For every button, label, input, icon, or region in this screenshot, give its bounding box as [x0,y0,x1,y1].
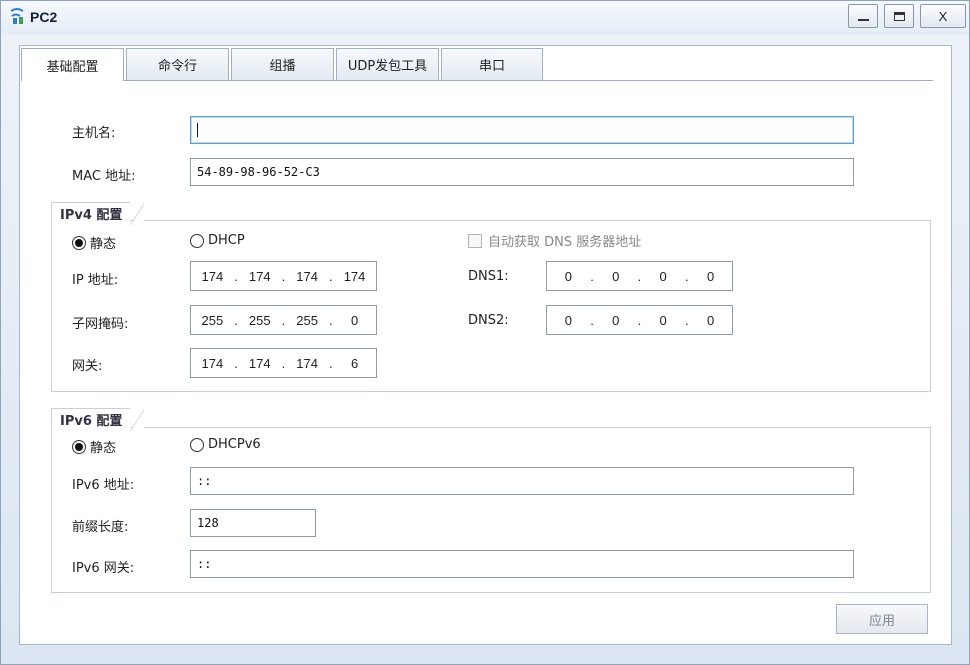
ipv4-dhcp-label: DHCP [208,233,245,248]
ipv6-address-label: IPv6 地址: [72,478,135,493]
mask-octet: 0 [350,312,359,328]
dns2-input[interactable]: 0. 0. 0. 0 [546,305,733,335]
prefix-length-input[interactable]: 128 [190,509,316,537]
mask-octet: 255 [201,312,224,328]
ip-label: IP 地址: [72,273,119,288]
tab-basic-config[interactable]: 基础配置 [21,48,124,81]
hostname-input[interactable] [190,116,854,144]
ip-octet: 174 [343,268,366,284]
ipv6-static-radio[interactable]: 静态 [72,437,116,456]
tab-serial[interactable]: 串口 [441,48,543,80]
gateway-input[interactable]: 174. 174. 174. 6 [190,348,377,378]
ip-octet: 174 [296,268,318,284]
mac-label: MAC 地址: [72,169,136,184]
dns2-octet: 0 [612,312,620,328]
ipv4-group-title: IPv4 配置 [51,202,145,225]
tab-multicast[interactable]: 组播 [231,48,334,80]
maximize-button[interactable] [884,4,914,28]
dns1-input[interactable]: 0. 0. 0. 0 [546,261,733,291]
ipv6-dhcp-label: DHCPv6 [208,437,261,452]
dns2-label: DNS2: [468,313,509,328]
hostname-label: 主机名: [72,126,116,141]
text-caret [197,123,198,137]
dns1-octet: 0 [706,268,715,284]
dns1-octet: 0 [564,268,572,284]
auto-dns-label: 自动获取 DNS 服务器地址 [488,235,642,250]
gateway-octet: 6 [350,355,359,371]
ipv6-gateway-label: IPv6 网关: [72,561,135,576]
ipv6-gateway-input[interactable]: :: [190,550,854,578]
prefix-length-value: 128 [197,516,219,530]
auto-dns-checkbox[interactable]: 自动获取 DNS 服务器地址 [468,231,641,250]
gateway-octet: 174 [248,355,271,371]
ipv6-group-title: IPv6 配置 [51,408,145,431]
title-bar[interactable]: PC2 X [1,1,969,35]
ipv6-gateway-value: :: [197,557,212,571]
gateway-octet: 174 [201,355,224,371]
mac-input[interactable]: 54-89-98-96-52-C3 [190,158,854,186]
close-button[interactable]: X [920,4,966,28]
ipv4-static-radio[interactable]: 静态 [72,233,116,252]
ip-address-input[interactable]: 174. 174. 174. 174 [190,261,377,291]
dns1-label: DNS1: [468,269,509,284]
radio-selected-icon [72,235,86,250]
mask-label: 子网掩码: [72,317,129,332]
mask-octet: 255 [248,312,271,328]
tab-command-line[interactable]: 命令行 [126,48,229,80]
maximize-icon [893,11,905,21]
minimize-button[interactable] [848,4,878,28]
gateway-label: 网关: [72,359,103,374]
minimize-icon [857,19,869,21]
dns1-octet: 0 [612,268,620,284]
dns2-octet: 0 [706,312,715,328]
dns2-octet: 0 [564,312,572,328]
radio-unselected-icon [190,233,204,248]
ip-octet: 174 [201,268,224,284]
gateway-octet: 174 [296,355,318,371]
subnet-mask-input[interactable]: 255. 255. 255. 0 [190,305,377,335]
ipv4-static-label: 静态 [90,237,117,252]
prefix-length-label: 前缀长度: [72,520,129,535]
network-pc-icon [10,8,24,24]
tab-divider [21,80,933,81]
mask-octet: 255 [296,312,318,328]
ipv6-address-input[interactable]: :: [190,467,854,495]
ip-octet: 174 [248,268,271,284]
checkbox-icon [468,233,482,248]
window-title: PC2 [30,9,58,25]
ipv6-address-value: :: [197,474,212,488]
ipv6-static-label: 静态 [90,441,117,456]
tab-udp-tool[interactable]: UDP发包工具 [336,48,439,80]
ipv4-dhcp-radio[interactable]: DHCP [190,233,245,248]
dns2-octet: 0 [659,312,667,328]
radio-selected-icon [72,439,86,454]
pc2-window: PC2 X 基础配置 命令行 组播 UDP发包工具 串口 主机名: MAC 地址… [0,0,970,665]
radio-unselected-icon [190,437,204,452]
dns1-octet: 0 [659,268,667,284]
apply-button[interactable]: 应用 [836,604,928,634]
mac-value: 54-89-98-96-52-C3 [197,165,320,179]
ipv6-dhcp-radio[interactable]: DHCPv6 [190,437,261,452]
